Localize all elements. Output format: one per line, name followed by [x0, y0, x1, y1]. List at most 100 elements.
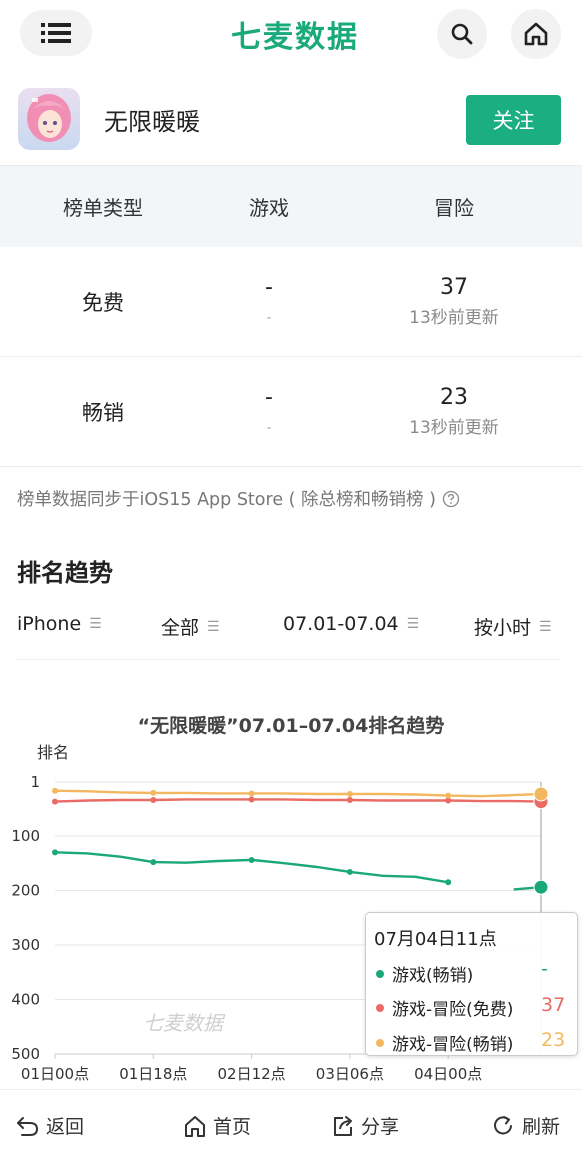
- game-update: -: [266, 309, 272, 326]
- follow-button[interactable]: 关注: [466, 95, 561, 145]
- filter-granularity[interactable]: 按小时 ☰: [474, 613, 552, 640]
- data-point: [346, 790, 353, 797]
- adventure-rank-cell: 37 13秒前更新: [332, 274, 576, 330]
- data-point: [150, 789, 157, 796]
- list-icon: ☰: [539, 618, 552, 635]
- back-icon: [17, 1116, 39, 1136]
- rank-table: 榜单类型 游戏 冒险 免费 - - 37 13秒前更新 畅销 - - 23 13…: [0, 165, 582, 467]
- legend-dot: [376, 1038, 384, 1047]
- list-icon: ☰: [207, 618, 220, 635]
- highlight-point: [533, 879, 549, 895]
- share-label: 分享: [361, 1116, 400, 1138]
- tooltip-value: 37: [541, 994, 566, 1016]
- tooltip-item: 游戏-冒险(畅销): [376, 1030, 513, 1055]
- header-list-type: 榜单类型: [63, 196, 143, 220]
- data-point: [346, 868, 353, 875]
- back-label: 返回: [46, 1116, 85, 1138]
- tooltip-value: 23: [541, 1029, 566, 1051]
- menu-icon: [41, 23, 71, 43]
- data-point: [52, 787, 58, 794]
- y-tick-label: 400: [11, 990, 40, 1008]
- chart-title: “无限暖暖”07.01–07.04排名趋势: [138, 714, 445, 737]
- section-title: 排名趋势: [17, 559, 113, 587]
- game-rank: -: [265, 274, 273, 300]
- game-rank-cell: - -: [206, 384, 332, 440]
- tooltip-item-name: 游戏-冒险(免费): [392, 1000, 514, 1020]
- row-type: 畅销: [82, 400, 124, 425]
- tooltip-item-name: 游戏-冒险(畅销): [392, 1035, 514, 1055]
- row-type: 免费: [82, 290, 124, 315]
- tooltip-title: 07月04日11点: [374, 929, 497, 950]
- list-icon: ☰: [406, 616, 420, 632]
- search-icon: [451, 23, 473, 45]
- series-line: [54, 798, 542, 803]
- filter-device-label: iPhone: [17, 613, 82, 635]
- adventure-rank-cell: 23 13秒前更新: [332, 384, 576, 440]
- tooltip-item-name: 游戏(畅销): [392, 966, 474, 986]
- rank-row-free[interactable]: 免费 - - 37 13秒前更新: [0, 247, 582, 357]
- series-line: [54, 851, 542, 891]
- filter-scope-label: 全部: [161, 617, 200, 639]
- back-button[interactable]: 返回: [16, 1112, 84, 1139]
- sync-note: 榜单数据同步于iOS15 App Store ( 除总榜和畅销榜 ): [17, 486, 460, 511]
- data-point: [445, 792, 452, 799]
- x-tick-label: 04日00点: [414, 1065, 482, 1083]
- y-axis-label: 排名: [37, 743, 69, 762]
- game-rank-cell: - -: [206, 274, 332, 330]
- data-point: [248, 796, 255, 803]
- data-point: [445, 879, 452, 886]
- game-update: -: [266, 419, 272, 436]
- tooltip-value: -: [541, 958, 548, 980]
- share-icon: [334, 1115, 352, 1136]
- y-tick-label: 1: [30, 773, 40, 791]
- filter-scope[interactable]: 全部 ☰: [161, 613, 220, 640]
- divider: [17, 659, 560, 660]
- home-label: 首页: [213, 1116, 252, 1138]
- site-logo[interactable]: 七麦数据: [210, 12, 380, 56]
- menu-button[interactable]: [20, 10, 92, 56]
- legend-dot: [376, 1003, 384, 1012]
- app-icon[interactable]: [18, 88, 80, 150]
- data-point: [150, 796, 157, 803]
- game-rank: -: [265, 384, 273, 410]
- home-icon: [185, 1115, 205, 1137]
- x-tick-label: 01日18点: [119, 1065, 187, 1083]
- app-header: 无限暖暖 关注: [0, 78, 582, 164]
- sync-note-text: 榜单数据同步于iOS15 App Store ( 除总榜和畅销榜 ): [17, 490, 436, 510]
- y-tick-label: 300: [11, 936, 40, 954]
- tooltip-item: 游戏(畅销): [376, 961, 473, 986]
- adventure-rank: 23: [440, 384, 468, 410]
- data-point: [346, 796, 353, 803]
- filter-date-label: 07.01-07.04: [283, 613, 399, 635]
- filter-date-range[interactable]: 07.01-07.04 ☰: [283, 613, 419, 635]
- data-point: [150, 859, 157, 866]
- adventure-update: 13秒前更新: [409, 307, 499, 328]
- app-name: 无限暖暖: [104, 108, 200, 136]
- rank-row-grossing[interactable]: 畅销 - - 23 13秒前更新: [0, 357, 582, 467]
- refresh-button[interactable]: 刷新: [492, 1112, 560, 1139]
- y-tick-label: 500: [11, 1045, 40, 1063]
- y-tick-label: 100: [11, 827, 40, 845]
- series-line: [54, 789, 542, 798]
- trend-filters: iPhone ☰ 全部 ☰ 07.01-07.04 ☰ 按小时 ☰: [0, 605, 582, 660]
- bottom-bar: 返回 首页 分享 刷新: [0, 1089, 582, 1171]
- help-icon[interactable]: [442, 490, 460, 508]
- filter-device[interactable]: iPhone ☰: [17, 613, 102, 635]
- top-bar: 七麦数据: [0, 0, 582, 66]
- header-adventure: 冒险: [434, 196, 474, 220]
- data-point: [52, 849, 58, 856]
- search-button[interactable]: [437, 9, 487, 59]
- home-button[interactable]: [511, 9, 561, 59]
- adventure-rank: 37: [440, 274, 468, 300]
- data-point: [248, 856, 255, 863]
- chart-watermark: 七麦数据: [143, 1011, 226, 1035]
- filter-granularity-label: 按小时: [474, 617, 532, 639]
- adventure-update: 13秒前更新: [409, 417, 499, 438]
- x-tick-label: 03日06点: [316, 1065, 384, 1083]
- share-button[interactable]: 分享: [331, 1112, 399, 1139]
- nav-home-button[interactable]: 首页: [183, 1112, 251, 1139]
- refresh-label: 刷新: [522, 1116, 561, 1138]
- home-icon: [524, 22, 548, 46]
- refresh-icon: [494, 1115, 512, 1134]
- highlight-point: [533, 786, 549, 802]
